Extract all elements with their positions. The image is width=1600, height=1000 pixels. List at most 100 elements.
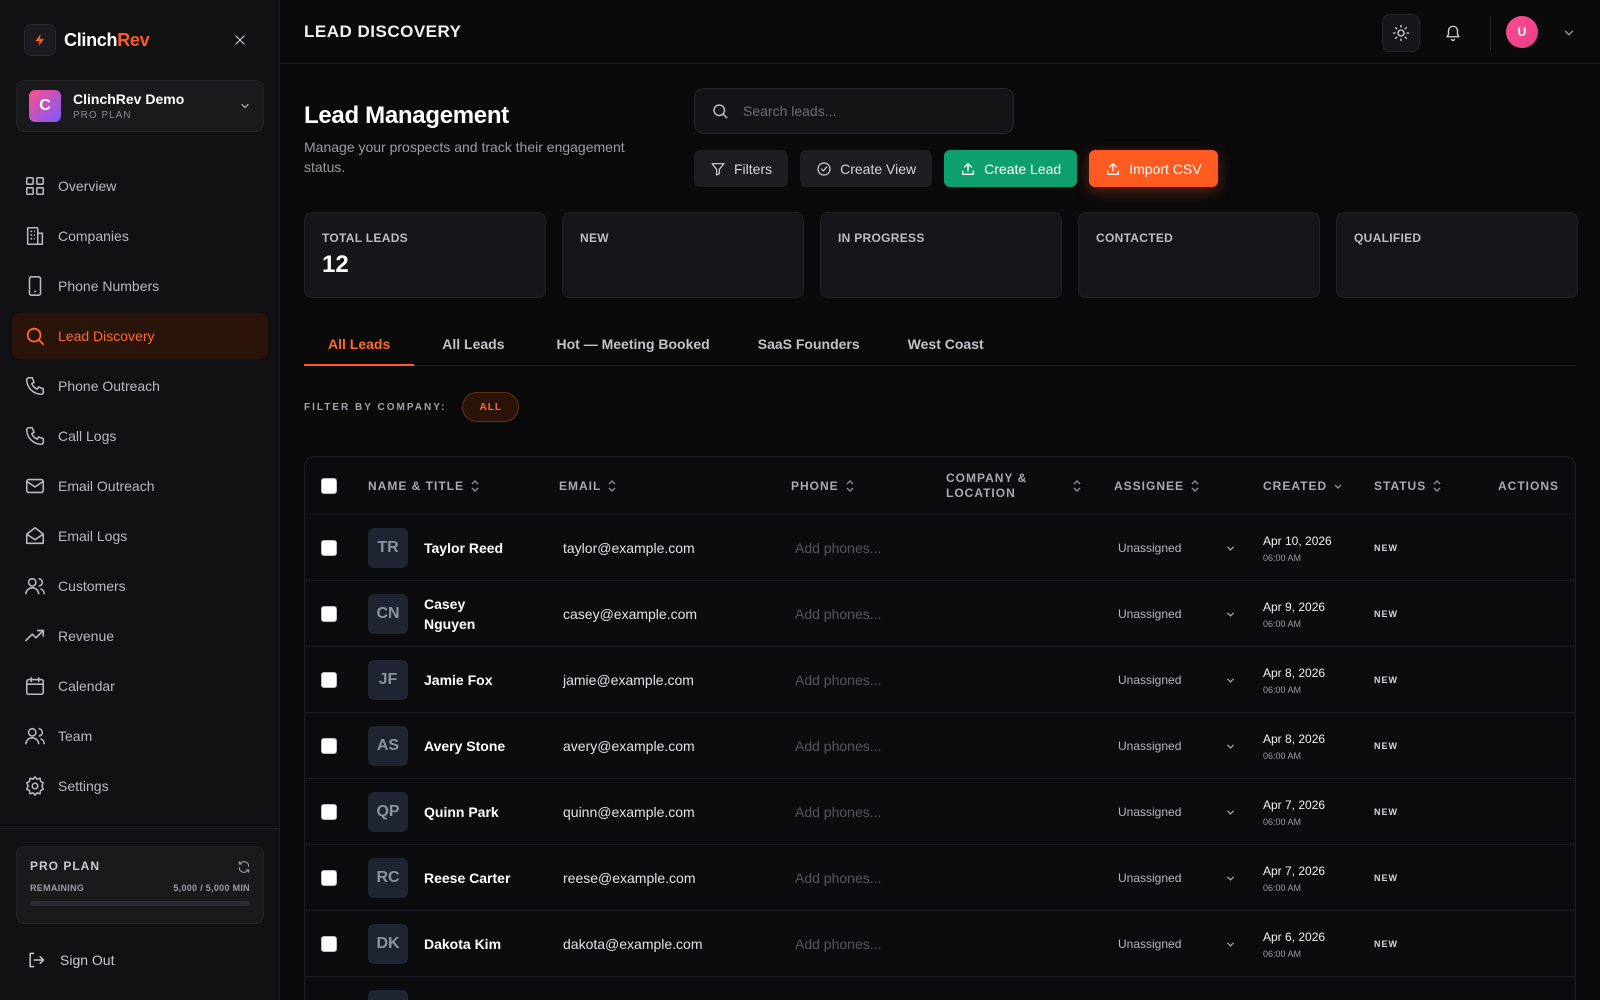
workspace-switcher[interactable]: C ClinchRev Demo PRO PLAN (16, 80, 264, 132)
add-phones-input[interactable]: Add phones... (795, 606, 881, 622)
brand[interactable]: ClinchRev (24, 24, 150, 56)
table-row[interactable]: QP Quinn Park quinn@example.com Add phon… (305, 779, 1575, 845)
add-phones-input[interactable]: Add phones... (795, 672, 881, 688)
sidebar-item-settings[interactable]: Settings (12, 763, 268, 809)
lead-name[interactable]: Avery Stone (424, 736, 514, 756)
sidebar-item-revenue[interactable]: Revenue (12, 613, 268, 659)
lead-name[interactable]: Taylor Reed (424, 538, 514, 558)
table-row[interactable]: TR Taylor Reed taylor@example.com Add ph… (305, 515, 1575, 581)
refresh-icon[interactable] (237, 860, 251, 874)
trending-up-icon (25, 629, 45, 642)
lead-email-cell: reese@example.com (563, 845, 696, 911)
table-row[interactable]: JF Jamie Fox jamie@example.com Add phone… (305, 647, 1575, 713)
lead-name[interactable]: Casey Nguyen (424, 594, 514, 634)
lead-status-cell: NEW (1374, 647, 1398, 713)
table-row[interactable]: RC Reese Carter reese@example.com Add ph… (305, 845, 1575, 911)
lead-name-cell: QP Quinn Park (368, 779, 514, 845)
column-header-created[interactable]: CREATED (1263, 457, 1343, 515)
tab-saas-founders[interactable]: SaaS Founders (734, 326, 884, 366)
lead-created-cell: Apr 8, 2026 06:00 AM (1263, 713, 1325, 779)
create-view-button[interactable]: Create View (800, 150, 933, 187)
create-view-label: Create View (840, 160, 917, 177)
table-row[interactable]: EM Emerson Apr 6, 2026 (305, 977, 1575, 1000)
lead-name[interactable]: Dakota Kim (424, 934, 514, 954)
assignee-select[interactable]: Unassigned (1118, 541, 1236, 555)
create-lead-button[interactable]: Create Lead (944, 150, 1078, 187)
column-header-status[interactable]: STATUS (1374, 457, 1442, 515)
table-row[interactable]: CN Casey Nguyen casey@example.com Add ph… (305, 581, 1575, 647)
sidebar-item-phone-outreach[interactable]: Phone Outreach (12, 363, 268, 409)
add-phones-input[interactable]: Add phones... (795, 870, 881, 886)
tab-all-leads[interactable]: All Leads (304, 326, 415, 366)
filter-chip-all[interactable]: ALL (462, 392, 519, 422)
notifications-button[interactable] (1434, 14, 1472, 52)
sidebar-item-call-logs[interactable]: Call Logs (12, 413, 268, 459)
workspace-name: ClinchRev Demo (73, 91, 185, 107)
import-csv-button[interactable]: Import CSV (1089, 150, 1218, 187)
sidebar-item-email-outreach[interactable]: Email Outreach (12, 463, 268, 509)
row-checkbox[interactable] (321, 936, 337, 952)
tab-west-coast[interactable]: West Coast (884, 326, 1008, 366)
row-checkbox[interactable] (321, 804, 337, 820)
lead-created-cell: Apr 10, 2026 06:00 AM (1263, 515, 1332, 581)
lead-email[interactable]: jamie@example.com (563, 672, 694, 688)
assignee-select[interactable]: Unassigned (1118, 673, 1236, 687)
add-phones-input[interactable]: Add phones... (795, 738, 881, 754)
user-avatar[interactable]: U (1506, 16, 1538, 48)
tab-all-leads-2[interactable]: All Leads (414, 326, 532, 366)
lead-name[interactable]: Jamie Fox (424, 670, 514, 690)
table-row[interactable]: DK Dakota Kim dakota@example.com Add pho… (305, 911, 1575, 977)
search-input[interactable] (743, 103, 993, 119)
assignee-select[interactable]: Unassigned (1118, 607, 1236, 621)
assignee-select[interactable]: Unassigned (1118, 937, 1236, 951)
row-checkbox[interactable] (321, 870, 337, 886)
company-filter: FILTER BY COMPANY: ALL (304, 392, 519, 422)
column-header-label: PHONE (791, 479, 839, 493)
lead-email[interactable]: casey@example.com (563, 606, 697, 622)
sidebar-item-phone-numbers[interactable]: Phone Numbers (12, 263, 268, 309)
brand-name-primary: Clinch (64, 29, 118, 50)
lead-email[interactable]: avery@example.com (563, 738, 695, 754)
sidebar-item-email-logs[interactable]: Email Logs (12, 513, 268, 559)
sidebar-item-customers[interactable]: Customers (12, 563, 268, 609)
lead-assignee-cell (1118, 977, 1236, 1000)
sidebar-item-overview[interactable]: Overview (12, 163, 268, 209)
add-phones-input[interactable]: Add phones... (795, 540, 881, 556)
column-header-phone[interactable]: PHONE (791, 457, 855, 515)
filters-button[interactable]: Filters (694, 150, 789, 187)
row-checkbox[interactable] (321, 672, 337, 688)
table-row[interactable]: AS Avery Stone avery@example.com Add pho… (305, 713, 1575, 779)
sidebar-item-companies[interactable]: Companies (12, 213, 268, 259)
row-checkbox[interactable] (321, 738, 337, 754)
close-icon[interactable] (230, 30, 250, 50)
sidebar-item-team[interactable]: Team (12, 713, 268, 759)
column-header-assignee[interactable]: ASSIGNEE (1114, 457, 1200, 515)
sign-out-button[interactable]: Sign Out (26, 950, 114, 970)
assignee-select[interactable]: Unassigned (1118, 739, 1236, 753)
lead-email[interactable]: dakota@example.com (563, 936, 703, 952)
row-checkbox[interactable] (321, 606, 337, 622)
row-checkbox[interactable] (321, 540, 337, 556)
tab-hot-meeting-booked[interactable]: Hot — Meeting Booked (533, 326, 734, 366)
lead-email[interactable]: taylor@example.com (563, 540, 695, 556)
column-header-company[interactable]: COMPANY & LOCATION (946, 457, 1082, 515)
sidebar-item-label: Email Logs (58, 528, 128, 544)
column-header-name[interactable]: NAME & TITLE (368, 457, 480, 515)
lead-name[interactable]: Reese Carter (424, 868, 514, 888)
status-badge: NEW (1374, 741, 1398, 751)
lead-email[interactable]: quinn@example.com (563, 804, 695, 820)
sidebar-item-calendar[interactable]: Calendar (12, 663, 268, 709)
column-header-email[interactable]: EMAIL (559, 457, 617, 515)
add-phones-input[interactable]: Add phones... (795, 804, 881, 820)
lead-name[interactable]: Quinn Park (424, 802, 514, 822)
sidebar-item-lead-discovery[interactable]: Lead Discovery (12, 313, 268, 359)
select-all-checkbox[interactable] (321, 478, 337, 494)
check-circle-icon (817, 161, 831, 176)
assignee-select[interactable]: Unassigned (1118, 805, 1236, 819)
lead-email-cell: avery@example.com (563, 713, 695, 779)
add-phones-input[interactable]: Add phones... (795, 936, 881, 952)
assignee-select[interactable]: Unassigned (1118, 871, 1236, 885)
lead-email[interactable]: reese@example.com (563, 870, 696, 886)
chevron-down-icon[interactable] (1562, 26, 1576, 40)
theme-toggle-button[interactable] (1382, 14, 1420, 52)
